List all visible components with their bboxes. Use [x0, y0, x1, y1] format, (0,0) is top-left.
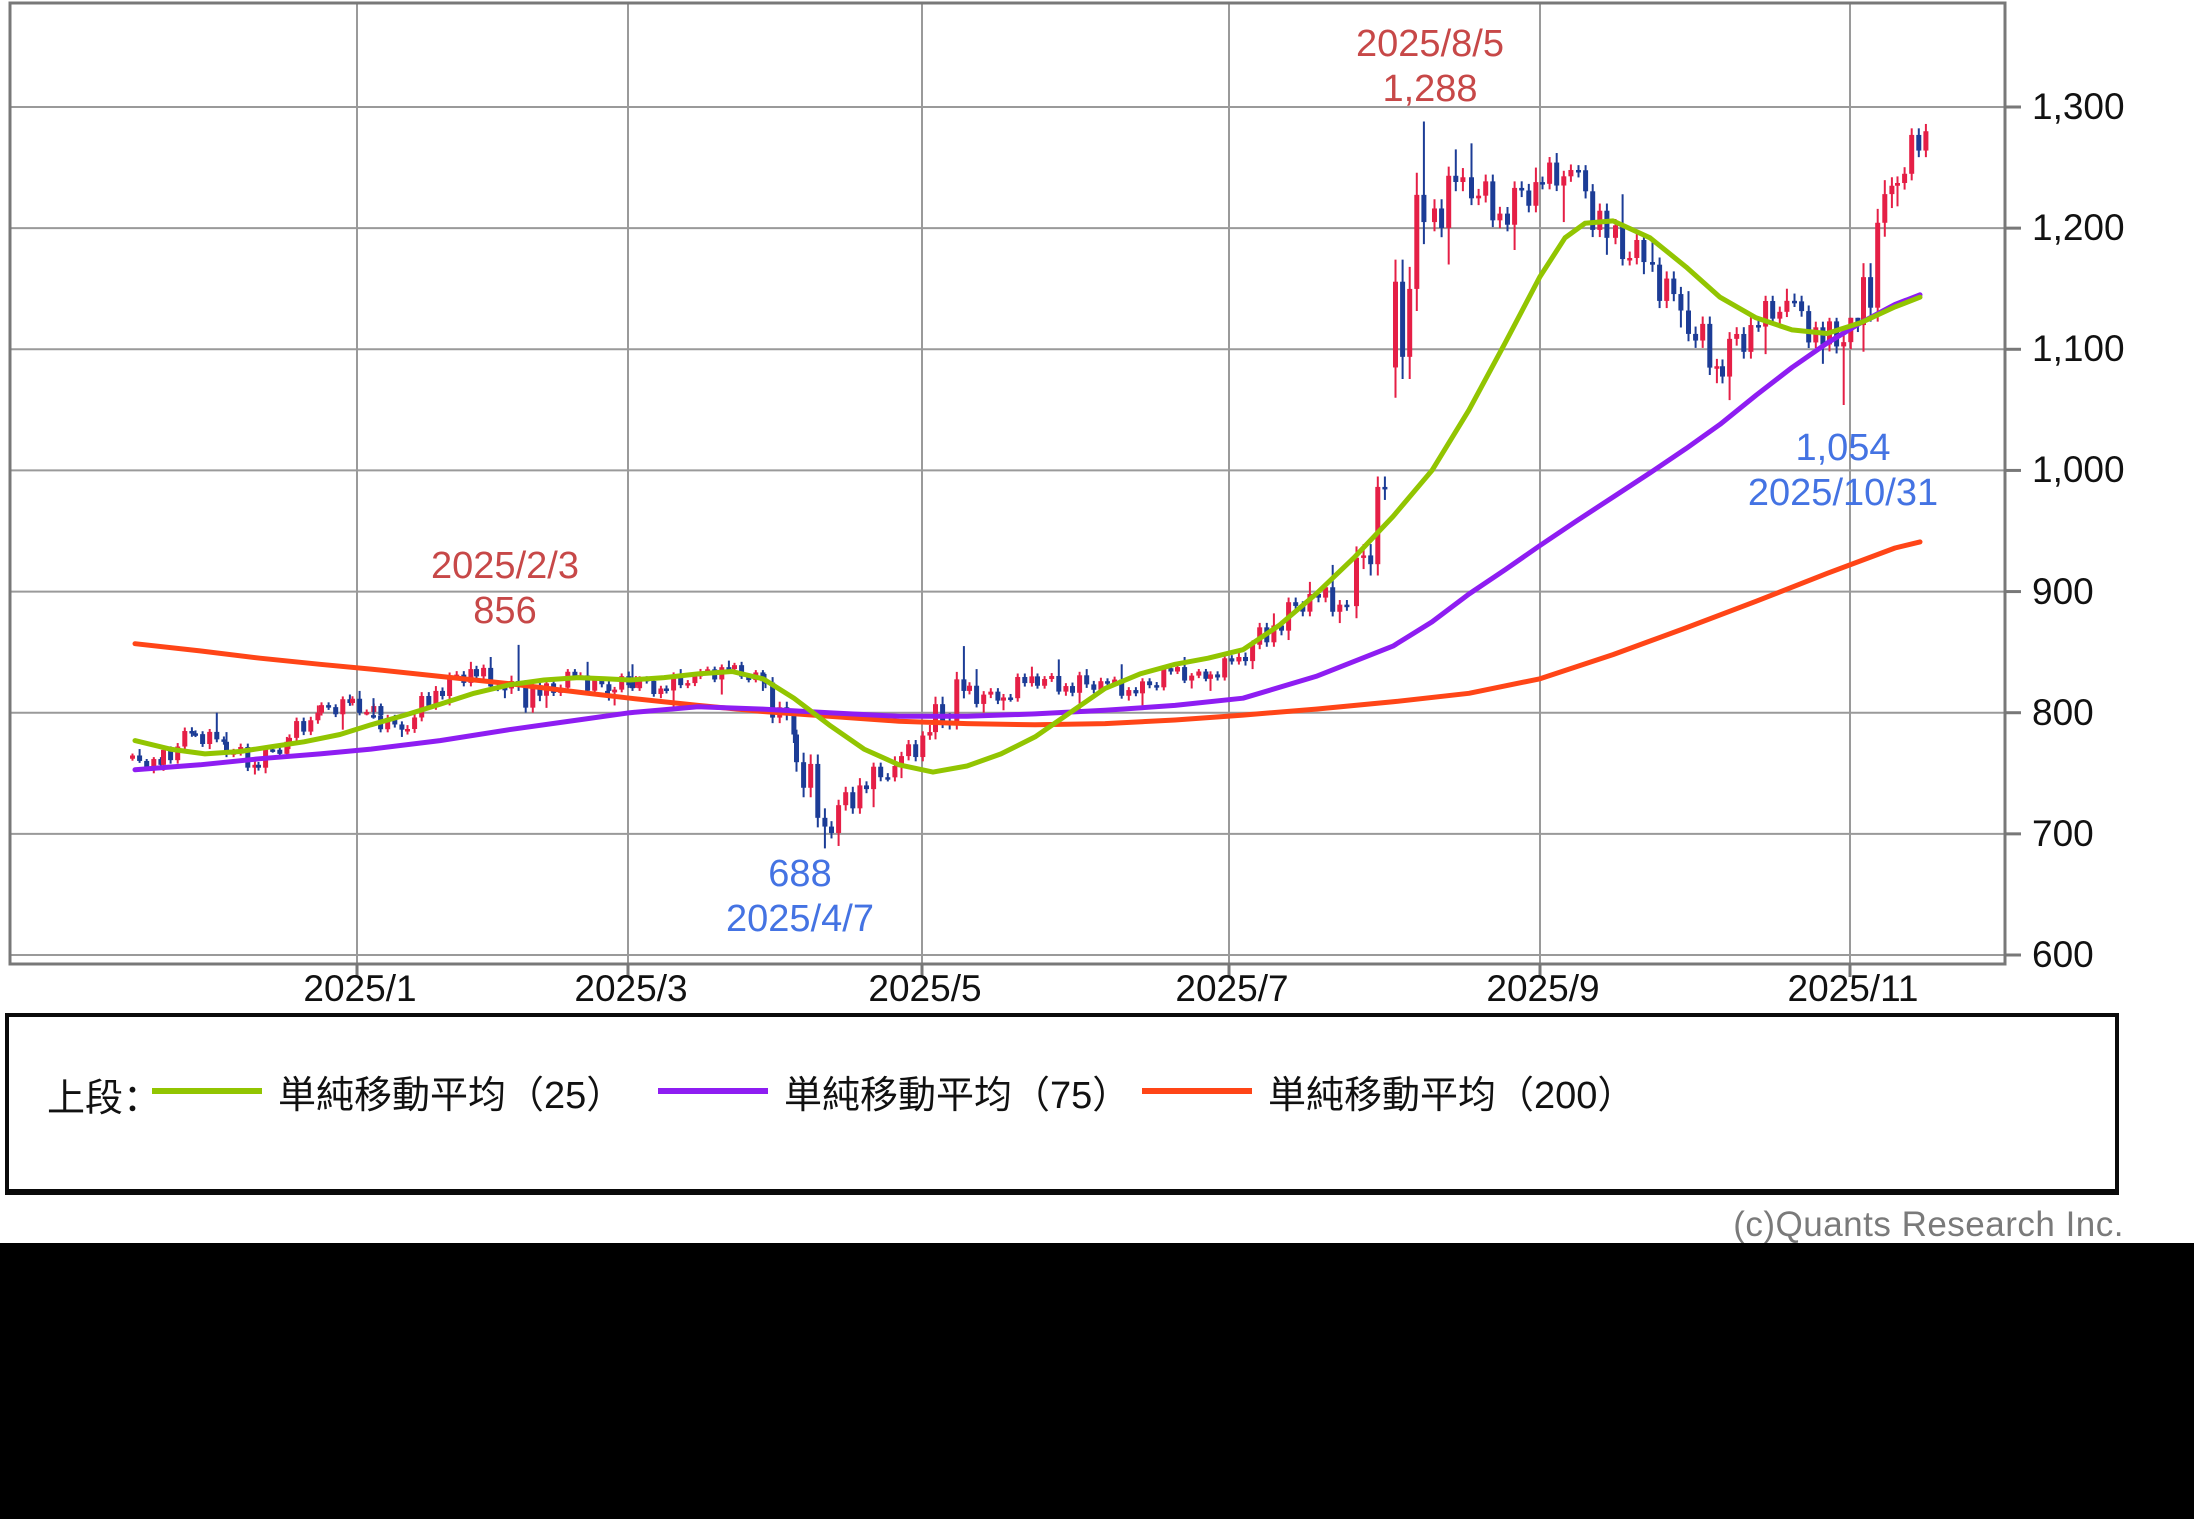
legend-item: 単純移動平均（25）: [152, 1067, 624, 1115]
ma75-line: [135, 295, 1920, 770]
annotation-value: 1,288: [1220, 67, 1640, 112]
legend-item: 単純移動平均（75）: [658, 1067, 1130, 1115]
legend-item-label: 単純移動平均（25）: [278, 1064, 624, 1119]
y-axis-label: 600: [2032, 934, 2192, 976]
x-axis-label: 2025/5: [830, 968, 1020, 1010]
annotation-period-high: 2025/8/5 1,288: [1220, 22, 1640, 112]
y-axis-label: 1,000: [2032, 449, 2192, 491]
legend-item: 単純移動平均（200）: [1142, 1067, 1635, 1115]
y-axis-label: 900: [2032, 571, 2192, 613]
annotation-value: 1,054: [1633, 426, 2053, 471]
y-axis-label: 700: [2032, 813, 2192, 855]
annotation-date: 2025/4/7: [590, 897, 1010, 942]
x-axis-label: 2025/3: [536, 968, 726, 1010]
copyright: (c)Quants Research Inc.: [1733, 1205, 2124, 1245]
x-axis-label: 2025/9: [1448, 968, 1638, 1010]
annotation-local-high: 2025/2/3 856: [295, 544, 715, 634]
x-axis-label: 2025/1: [265, 968, 455, 1010]
legend: 上段： 単純移動平均（25）単純移動平均（75）単純移動平均（200）: [5, 1013, 2119, 1195]
x-axis-label: 2025/7: [1137, 968, 1327, 1010]
bottom-black-bar: [0, 1243, 2194, 1519]
annotation-period-low: 688 2025/4/7: [590, 852, 1010, 942]
y-axis-label: 1,100: [2032, 328, 2192, 370]
stock-chart-page: 1,300 1,200 1,100 1,000 900 800 700 600 2025/1 2…: [0, 0, 2194, 1519]
legend-line-swatch: [1142, 1088, 1252, 1094]
annotation-value: 856: [295, 589, 715, 634]
legend-line-swatch: [658, 1088, 768, 1094]
legend-line-swatch: [152, 1088, 262, 1094]
x-axis-label: 2025/11: [1758, 968, 1948, 1010]
annotation-value: 688: [590, 852, 1010, 897]
annotation-date: 2025/8/5: [1220, 22, 1640, 67]
legend-prefix: 上段：: [47, 1067, 161, 1122]
legend-item-label: 単純移動平均（75）: [784, 1064, 1130, 1119]
annotation-date: 2025/10/31: [1633, 471, 2053, 516]
annotation-date: 2025/2/3: [295, 544, 715, 589]
y-axis-label: 1,200: [2032, 207, 2192, 249]
y-axis-label: 800: [2032, 692, 2192, 734]
y-axis-label: 1,300: [2032, 86, 2192, 128]
legend-item-label: 単純移動平均（200）: [1268, 1064, 1635, 1119]
annotation-recent-low: 1,054 2025/10/31: [1633, 426, 2053, 516]
